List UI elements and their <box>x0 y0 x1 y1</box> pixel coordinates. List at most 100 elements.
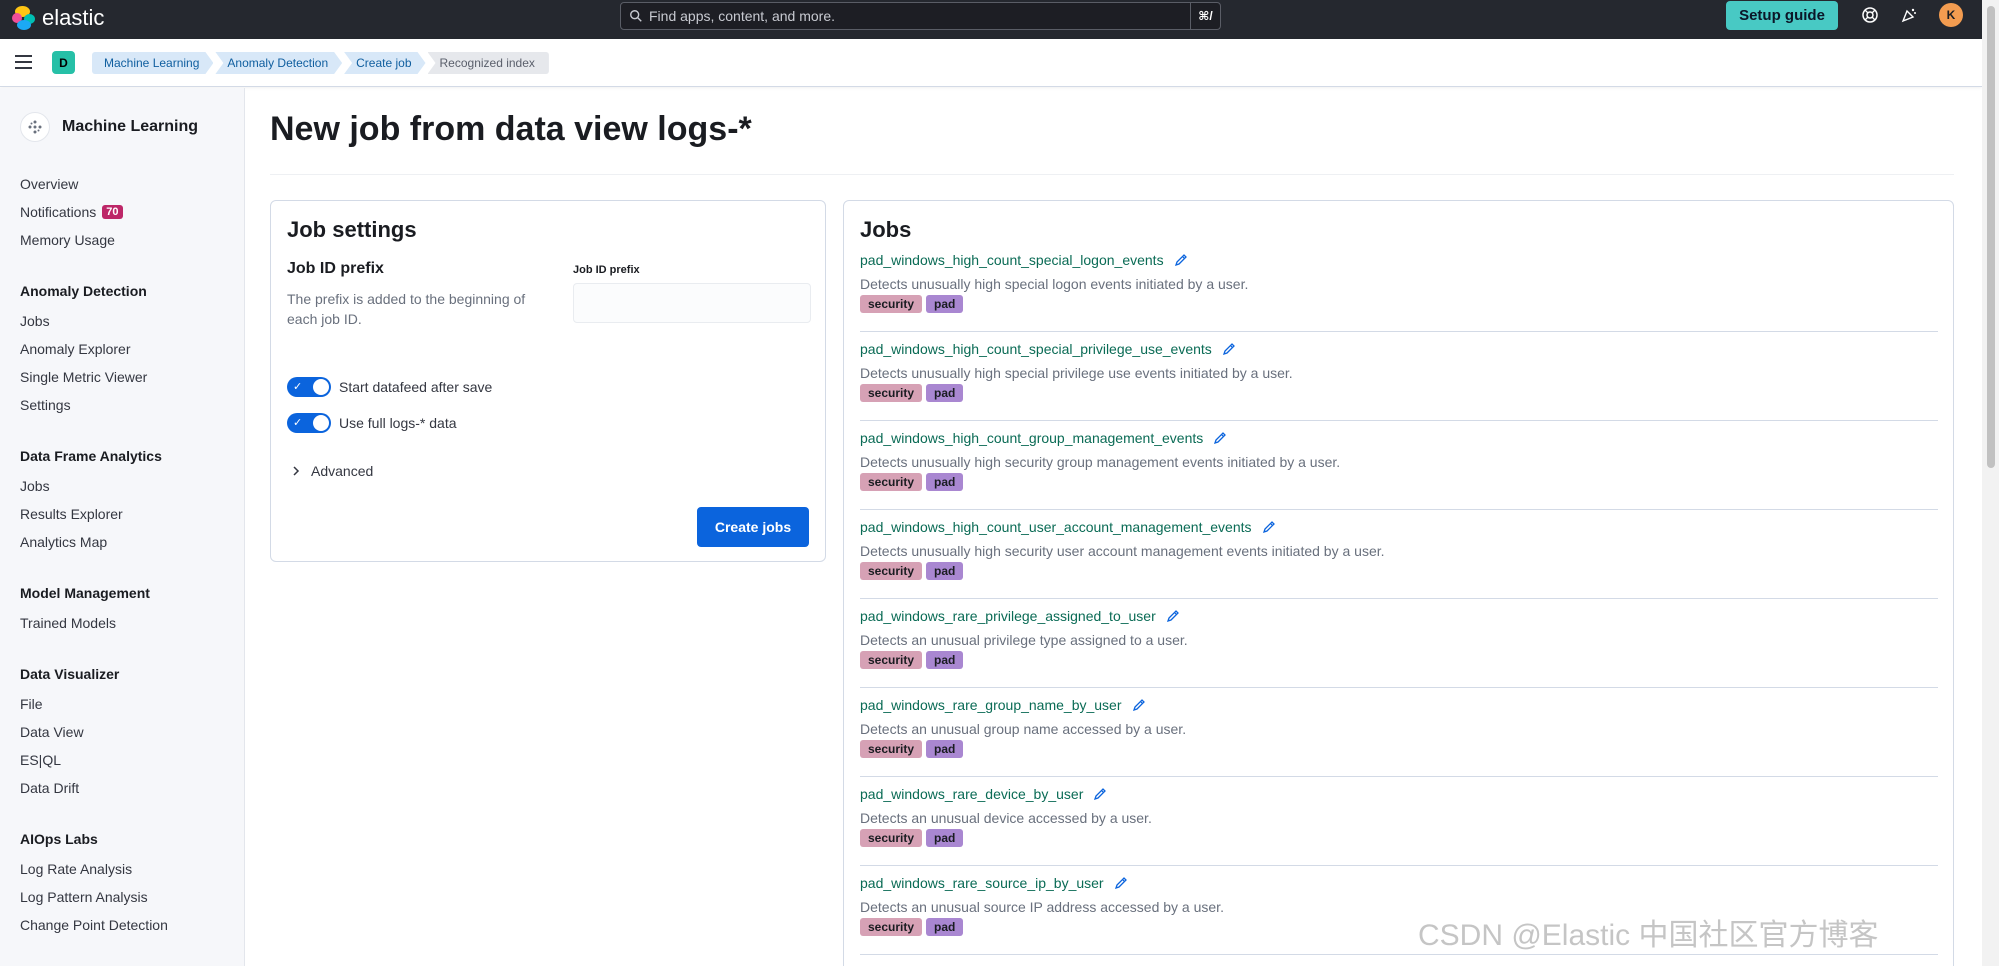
create-jobs-button[interactable]: Create jobs <box>697 507 809 547</box>
job-name-text: pad_windows_high_count_user_account_mana… <box>860 519 1252 535</box>
job-name-link[interactable]: pad_windows_high_count_group_management_… <box>860 430 1227 446</box>
tag-security: security <box>860 829 923 847</box>
job-id-prefix-description: The prefix is added to the beginning of … <box>287 291 526 327</box>
search-placeholder: Find apps, content, and more. <box>649 8 835 24</box>
sidebar-item-analytics-map[interactable]: Analytics Map <box>20 534 107 550</box>
sidebar-item-trained-models[interactable]: Trained Models <box>20 615 116 631</box>
pencil-icon[interactable] <box>1093 787 1107 801</box>
sidebar-item-settings[interactable]: Settings <box>20 397 71 413</box>
breadcrumb: Machine Learning Anomaly Detection Creat… <box>92 52 551 74</box>
sidebar-group-aiops-labs: AIOps Labs <box>20 831 98 847</box>
job-description: Detects an unusual group name accessed b… <box>860 721 1187 737</box>
tag-security: security <box>860 740 923 758</box>
job-name-link[interactable]: pad_windows_rare_privilege_assigned_to_u… <box>860 608 1180 624</box>
sidebar-item-file[interactable]: File <box>20 696 43 712</box>
job-description: Detects an unusual source IP address acc… <box>860 899 1224 915</box>
sidebar-title-text: Machine Learning <box>62 118 199 135</box>
sidebar-item-single-metric-viewer[interactable]: Single Metric Viewer <box>20 369 147 385</box>
use-full-data-label: Use full logs-* data <box>339 415 457 431</box>
menu-icon[interactable] <box>15 55 32 69</box>
sidebar-title: Machine Learning <box>20 112 198 142</box>
tag-pad: pad <box>926 562 964 580</box>
elastic-logo[interactable]: elastic <box>12 5 104 31</box>
job-item: pad_windows_high_count_special_logon_eve… <box>860 244 1938 332</box>
sidebar-item-ad-jobs[interactable]: Jobs <box>20 313 50 329</box>
pencil-icon[interactable] <box>1174 253 1188 267</box>
job-tags: security pad <box>860 740 964 758</box>
help-icon[interactable] <box>1861 6 1879 24</box>
pencil-icon[interactable] <box>1262 520 1276 534</box>
breadcrumb-anomaly-detection[interactable]: Anomaly Detection <box>215 52 342 74</box>
job-name-link[interactable]: pad_windows_rare_group_name_by_user <box>860 697 1146 713</box>
sidebar-item-memory-usage[interactable]: Memory Usage <box>20 232 115 248</box>
elastic-logo-icon <box>12 6 36 30</box>
job-name-link[interactable]: pad_windows_high_count_special_logon_eve… <box>860 252 1188 268</box>
job-description: Detects unusually high special logon eve… <box>860 276 1249 292</box>
tag-security: security <box>860 651 923 669</box>
pencil-icon[interactable] <box>1132 698 1146 712</box>
job-name-link[interactable]: pad_windows_high_count_user_account_mana… <box>860 519 1276 535</box>
sidebar-item-data-drift[interactable]: Data Drift <box>20 780 79 796</box>
sidebar: Machine Learning Overview Notifications … <box>0 88 245 966</box>
sidebar-group-data-visualizer: Data Visualizer <box>20 666 120 682</box>
sidebar-item-dfa-jobs[interactable]: Jobs <box>20 478 50 494</box>
brand-name: elastic <box>42 5 105 30</box>
job-name-text: pad_windows_rare_privilege_assigned_to_u… <box>860 608 1156 624</box>
job-item: pad_windows_high_count_user_account_mana… <box>860 511 1938 599</box>
title-divider <box>270 174 1954 175</box>
setup-guide-button[interactable]: Setup guide <box>1726 1 1838 30</box>
search-icon <box>630 10 642 22</box>
job-name-text: pad_windows_rare_group_name_by_user <box>860 697 1122 713</box>
tag-security: security <box>860 295 923 313</box>
job-item: pad_windows_rare_privilege_assigned_to_u… <box>860 600 1938 688</box>
global-search[interactable]: Find apps, content, and more. ⌘/ <box>620 2 1221 30</box>
job-tags: security pad <box>860 918 964 936</box>
machine-learning-icon <box>20 112 50 142</box>
tag-pad: pad <box>926 918 964 936</box>
sidebar-item-results-explorer[interactable]: Results Explorer <box>20 506 123 522</box>
sidebar-item-change-point-detection[interactable]: Change Point Detection <box>20 917 168 933</box>
tag-pad: pad <box>926 829 964 847</box>
sidebar-item-log-rate-analysis[interactable]: Log Rate Analysis <box>20 861 132 877</box>
job-id-prefix-input[interactable] <box>573 283 811 323</box>
job-description: Detects an unusual device accessed by a … <box>860 810 1152 826</box>
job-name-link[interactable]: pad_windows_rare_device_by_user <box>860 786 1107 802</box>
tag-security: security <box>860 918 923 936</box>
job-tags: security pad <box>860 829 964 847</box>
pencil-icon[interactable] <box>1222 342 1236 356</box>
job-name-text: pad_windows_high_count_special_logon_eve… <box>860 252 1164 268</box>
breadcrumb-machine-learning[interactable]: Machine Learning <box>92 52 213 74</box>
sidebar-item-notifications[interactable]: Notifications 70 <box>20 204 123 220</box>
job-name-link[interactable]: pad_windows_rare_source_ip_by_user <box>860 875 1128 891</box>
pencil-icon[interactable] <box>1213 431 1227 445</box>
space-selector[interactable]: D <box>52 51 75 74</box>
sidebar-item-esql[interactable]: ES|QL <box>20 752 61 768</box>
tag-pad: pad <box>926 473 964 491</box>
user-avatar[interactable]: K <box>1939 3 1963 27</box>
sidebar-group-anomaly-detection: Anomaly Detection <box>20 283 147 299</box>
sidebar-item-log-pattern-analysis[interactable]: Log Pattern Analysis <box>20 889 148 905</box>
advanced-accordion[interactable]: Advanced <box>291 463 373 479</box>
watermark: CSDN @Elastic 中国社区官方博客 <box>1418 919 1879 952</box>
job-name-text: pad_windows_rare_device_by_user <box>860 786 1084 802</box>
pencil-icon[interactable] <box>1166 609 1180 623</box>
news-feed-icon[interactable] <box>1900 6 1918 24</box>
jobs-title: Jobs <box>860 217 912 242</box>
page-scrollbar[interactable] <box>1982 0 1999 966</box>
chevron-right-icon <box>293 466 300 476</box>
notifications-count-badge: 70 <box>102 205 123 219</box>
pencil-icon[interactable] <box>1114 876 1128 890</box>
breadcrumb-create-job[interactable]: Create job <box>344 52 425 74</box>
sidebar-item-data-view[interactable]: Data View <box>20 724 84 740</box>
job-name-link[interactable]: pad_windows_high_count_special_privilege… <box>860 341 1236 357</box>
start-datafeed-toggle[interactable]: ✓ <box>287 377 331 397</box>
tag-pad: pad <box>926 384 964 402</box>
search-shortcut: ⌘/ <box>1190 3 1220 29</box>
sidebar-group-model-management: Model Management <box>20 585 150 601</box>
sidebar-item-overview[interactable]: Overview <box>20 176 78 192</box>
tag-security: security <box>860 562 923 580</box>
use-full-data-toggle[interactable]: ✓ <box>287 413 331 433</box>
scrollbar-thumb[interactable] <box>1987 6 1995 468</box>
tag-pad: pad <box>926 295 964 313</box>
sidebar-item-anomaly-explorer[interactable]: Anomaly Explorer <box>20 341 131 357</box>
